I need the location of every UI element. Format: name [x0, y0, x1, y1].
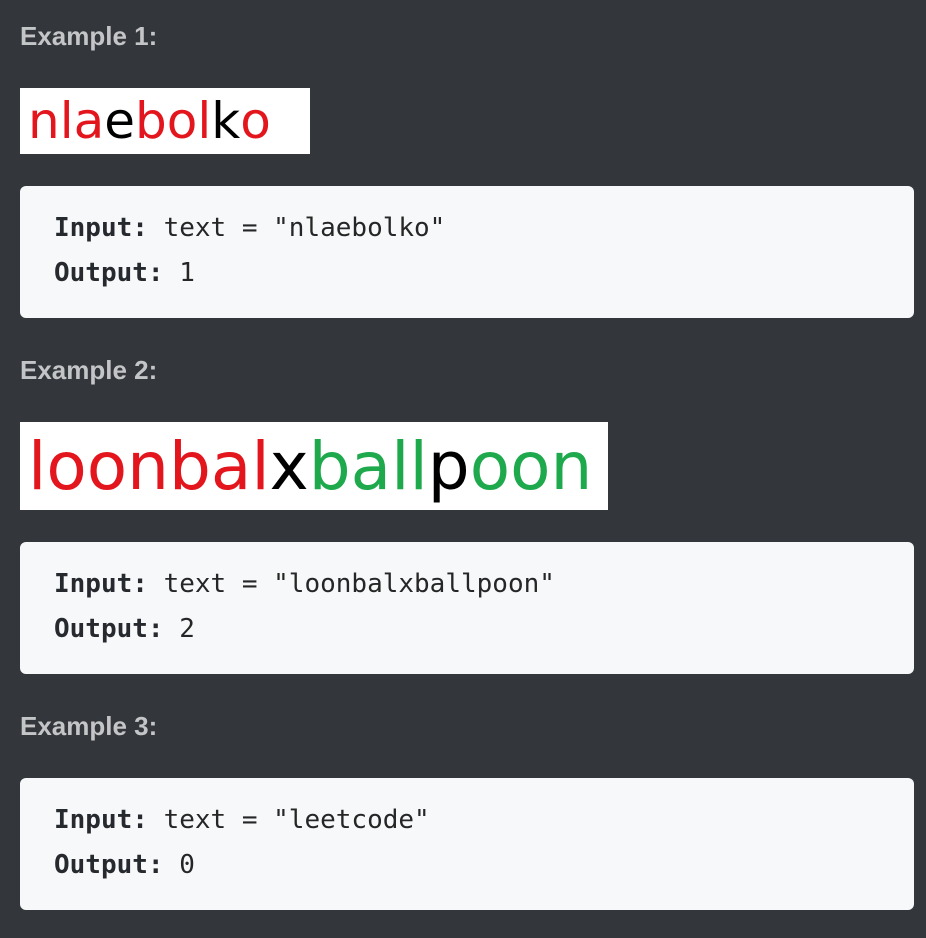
word-image-letter: o — [86, 427, 128, 505]
output-value: 2 — [163, 614, 195, 644]
example-2-heading: Example 2: — [20, 355, 158, 385]
word-image-letter: l — [28, 427, 47, 505]
word-image-letter: n — [28, 92, 60, 150]
input-label: Input: — [54, 569, 148, 599]
input-label: Input: — [54, 213, 148, 243]
word-image-letter: o — [469, 427, 511, 505]
word-image-letter: e — [104, 92, 136, 150]
example-3-heading: Example 3: — [20, 711, 158, 741]
example-1-code-block: Input: text = "nlaebolko" Output: 1 — [20, 186, 914, 318]
word-image-letter: o — [166, 92, 198, 150]
output-label: Output: — [54, 614, 164, 644]
word-image-letter: n — [127, 427, 169, 505]
word-image-letter: l — [59, 92, 74, 150]
input-value: text = "leetcode" — [147, 805, 430, 835]
word-image-letter: b — [308, 427, 351, 505]
word-image-letter: x — [269, 427, 309, 505]
example-1-heading: Example 1: — [20, 21, 158, 51]
example-1-word-image: nlaebolko — [20, 88, 310, 154]
output-value: 1 — [163, 258, 195, 288]
word-image-letter: o — [510, 427, 551, 505]
example-3-input-line: Input: text = "leetcode" — [54, 805, 430, 835]
word-image-letter: l — [391, 427, 410, 505]
example-1-output-line: Output: 1 — [54, 258, 195, 288]
input-label: Input: — [54, 805, 148, 835]
word-image-letter: l — [251, 427, 270, 505]
output-label: Output: — [54, 258, 164, 288]
word-image-letter: p — [427, 427, 470, 505]
example-2-output-line: Output: 2 — [54, 614, 195, 644]
example-2-code-block: Input: text = "loonbalxballpoon" Output:… — [20, 542, 914, 674]
word-image-letter: b — [168, 427, 211, 505]
word-image-letter: o — [240, 92, 271, 150]
input-value: text = "loonbalxballpoon" — [147, 569, 555, 599]
word-image-letter: b — [135, 92, 167, 150]
word-image-letter: l — [197, 92, 212, 150]
word-image-letter: n — [550, 427, 593, 505]
example-2-input-line: Input: text = "loonbalxballpoon" — [54, 569, 555, 599]
output-value: 0 — [163, 850, 195, 880]
word-image-letter: o — [46, 427, 87, 505]
input-value: text = "nlaebolko" — [147, 213, 446, 243]
output-label: Output: — [54, 850, 164, 880]
example-3-output-line: Output: 0 — [54, 850, 195, 880]
word-image-letter: a — [73, 92, 105, 150]
example-3-code-block: Input: text = "leetcode" Output: 0 — [20, 778, 914, 910]
word-image-letter: a — [210, 427, 252, 505]
word-image-letter: a — [350, 427, 392, 505]
example-2-word-image: loonbalxballpoon — [20, 422, 608, 510]
word-image-letter: k — [211, 92, 241, 150]
word-image-letter: l — [409, 427, 428, 505]
example-1-input-line: Input: text = "nlaebolko" — [54, 213, 445, 243]
